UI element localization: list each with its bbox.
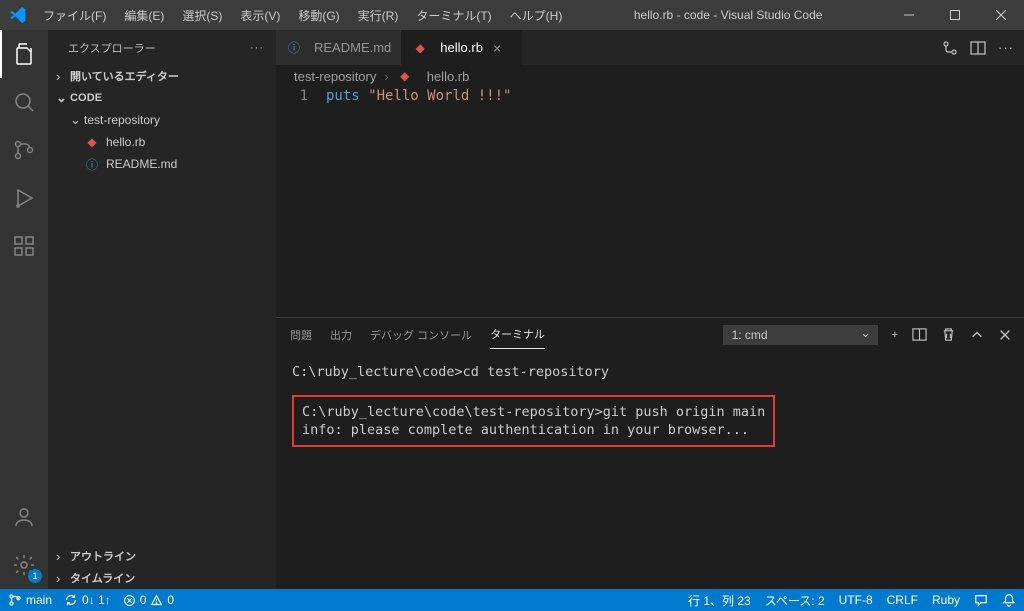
status-sync[interactable]: 0↓ 1↑: [64, 593, 111, 607]
compare-changes-icon[interactable]: [942, 40, 958, 56]
close-panel-icon[interactable]: [998, 328, 1012, 342]
workspace-section[interactable]: ⌄ CODE: [48, 87, 276, 109]
vscode-logo-icon: [0, 7, 35, 23]
settings-icon[interactable]: 1: [0, 541, 48, 589]
chevron-right-icon: ›: [384, 69, 388, 84]
workspace-label: CODE: [70, 92, 102, 104]
sync-counts: 0↓ 1↑: [82, 593, 111, 607]
chevron-down-icon: ⌄: [56, 90, 70, 106]
line-number: 1: [276, 87, 308, 106]
status-problems[interactable]: 0 0: [123, 593, 174, 607]
notifications-icon[interactable]: [1002, 593, 1016, 607]
outline-section[interactable]: › アウトライン: [48, 545, 276, 567]
close-button[interactable]: [978, 0, 1024, 30]
folder-label: test-repository: [84, 113, 160, 127]
timeline-label: タイムライン: [70, 570, 135, 586]
terminal-line: C:\ruby_lecture\code\test-repository>git…: [302, 403, 765, 421]
breadcrumb-file[interactable]: hello.rb: [427, 69, 470, 84]
outline-label: アウトライン: [70, 548, 136, 564]
extensions-icon[interactable]: [0, 222, 48, 270]
split-terminal-icon[interactable]: [912, 327, 927, 342]
menu-go[interactable]: 移動(G): [290, 3, 347, 28]
open-editors-section[interactable]: › 開いているエディター: [48, 65, 276, 87]
menu-terminal[interactable]: ターミナル(T): [408, 3, 499, 28]
maximize-panel-icon[interactable]: [970, 328, 984, 342]
close-icon[interactable]: ×: [493, 40, 501, 56]
keyword: puts: [326, 88, 360, 104]
tab-label: hello.rb: [440, 40, 483, 55]
menu-run[interactable]: 実行(R): [350, 3, 407, 28]
timeline-section[interactable]: › タイムライン: [48, 567, 276, 589]
new-terminal-icon[interactable]: +: [892, 329, 898, 341]
menu-file[interactable]: ファイル(F): [35, 3, 114, 28]
sidebar-more-icon[interactable]: ···: [250, 42, 264, 54]
tab-label: README.md: [314, 40, 391, 55]
kill-terminal-icon[interactable]: [941, 327, 956, 342]
status-indent[interactable]: スペース: 2: [765, 592, 825, 609]
settings-badge: 1: [28, 569, 42, 583]
search-icon[interactable]: [0, 78, 48, 126]
panel-tab-problems[interactable]: 問題: [290, 321, 312, 349]
folder-item[interactable]: ⌄ test-repository: [48, 109, 276, 131]
string-literal: "Hello World !!!": [368, 88, 511, 104]
chevron-right-icon: ›: [56, 571, 70, 586]
warning-count: 0: [167, 593, 174, 607]
feedback-icon[interactable]: [974, 593, 988, 607]
terminal-line: info: please complete authentication in …: [302, 421, 765, 439]
ruby-file-icon: ◆: [397, 69, 413, 83]
highlighted-region: C:\ruby_lecture\code\test-repository>git…: [292, 395, 775, 447]
panel-tab-terminal[interactable]: ターミナル: [490, 320, 545, 349]
breadcrumb-folder[interactable]: test-repository: [294, 69, 376, 84]
source-control-icon[interactable]: [0, 126, 48, 174]
ruby-file-icon: ◆: [84, 135, 100, 149]
panel-tab-debug[interactable]: デバッグ コンソール: [370, 321, 472, 349]
status-language[interactable]: Ruby: [932, 593, 960, 607]
menu-view[interactable]: 表示(V): [232, 3, 288, 28]
menu-help[interactable]: ヘルプ(H): [502, 3, 571, 28]
split-editor-icon[interactable]: [970, 40, 986, 56]
status-branch[interactable]: main: [8, 593, 52, 607]
status-cursor[interactable]: 行 1、列 23: [688, 592, 751, 609]
chevron-down-icon: ⌄: [70, 112, 84, 128]
info-file-icon: ⓘ: [84, 156, 100, 173]
sidebar-title: エクスプローラー: [68, 40, 156, 56]
terminal-shell-select[interactable]: 1: cmd: [723, 325, 878, 345]
menu-edit[interactable]: 編集(E): [116, 3, 172, 28]
error-count: 0: [140, 593, 147, 607]
ruby-file-icon: ◆: [412, 41, 428, 55]
file-label: README.md: [106, 157, 177, 171]
code-editor[interactable]: puts "Hello World !!!": [326, 87, 1024, 317]
panel-tab-output[interactable]: 出力: [330, 321, 352, 349]
file-item-readme[interactable]: ⓘ README.md: [48, 153, 276, 175]
tab-hello[interactable]: ◆ hello.rb ×: [402, 30, 522, 65]
terminal-output[interactable]: C:\ruby_lecture\code>cd test-repository …: [276, 351, 1024, 589]
terminal-line: C:\ruby_lecture\code>cd test-repository: [292, 363, 1008, 381]
open-editors-label: 開いているエディター: [70, 68, 179, 84]
chevron-right-icon: ›: [56, 69, 70, 84]
run-debug-icon[interactable]: [0, 174, 48, 222]
tab-readme[interactable]: ⓘ README.md: [276, 30, 402, 65]
info-file-icon: ⓘ: [286, 39, 302, 56]
status-encoding[interactable]: UTF-8: [839, 593, 873, 607]
chevron-right-icon: ›: [56, 549, 70, 564]
branch-name: main: [26, 593, 52, 607]
maximize-button[interactable]: [932, 0, 978, 30]
editor-more-icon[interactable]: ···: [998, 40, 1014, 55]
file-label: hello.rb: [106, 135, 145, 149]
status-eol[interactable]: CRLF: [887, 593, 918, 607]
accounts-icon[interactable]: [0, 493, 48, 541]
file-item-hello[interactable]: ◆ hello.rb: [48, 131, 276, 153]
window-title: hello.rb - code - Visual Studio Code: [570, 8, 886, 22]
menu-select[interactable]: 選択(S): [174, 3, 230, 28]
minimize-button[interactable]: [886, 0, 932, 30]
explorer-icon[interactable]: [0, 30, 48, 78]
